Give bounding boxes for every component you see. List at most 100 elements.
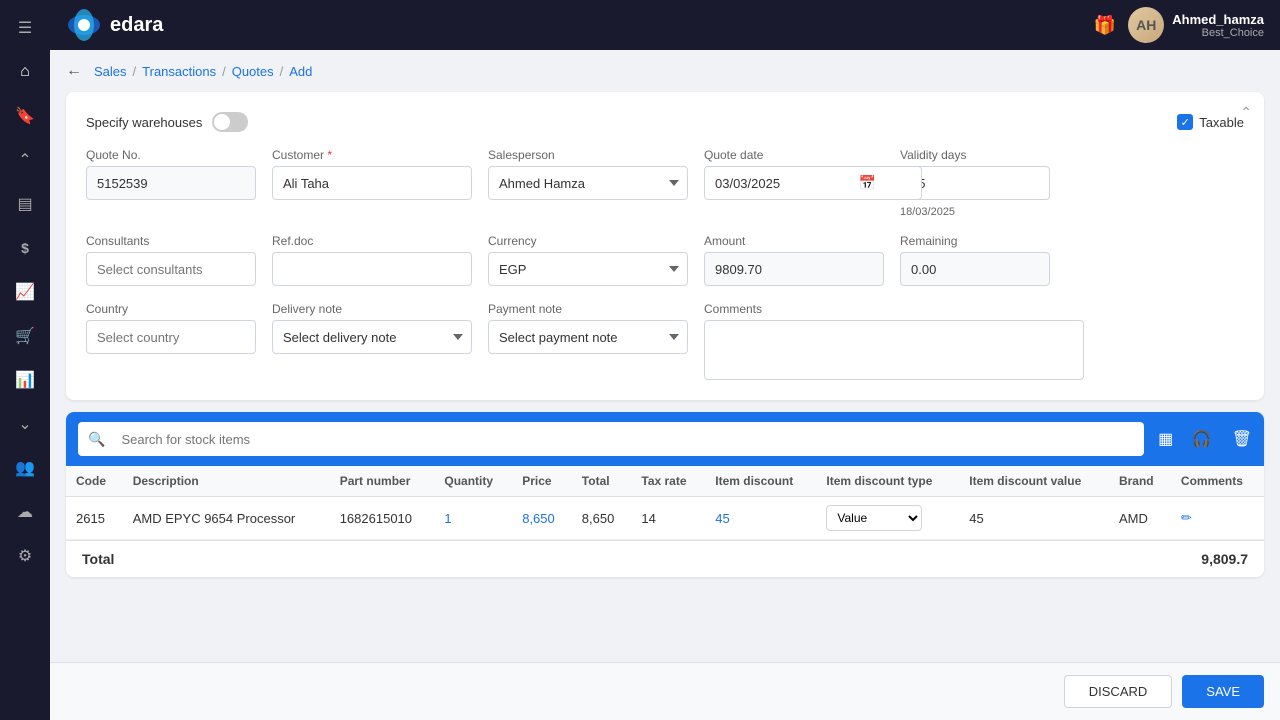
form-card: ⌃ Specify warehouses ✓ Taxable Quote No. — [66, 92, 1264, 400]
sidebar-item-collapse[interactable]: ⌃ — [7, 142, 43, 178]
sidebar-item-sales[interactable]: 🛒 — [7, 318, 43, 354]
cell-part-number: 1682615010 — [330, 497, 435, 540]
save-button[interactable]: SAVE — [1182, 675, 1264, 708]
breadcrumb-quotes[interactable]: Quotes — [232, 64, 274, 79]
hamburger-menu[interactable]: ☰ — [7, 10, 43, 46]
amount-label: Amount — [704, 234, 884, 248]
avatar: AH — [1128, 7, 1164, 43]
col-item-discount-value: Item discount value — [959, 466, 1109, 497]
sidebar-item-grid[interactable]: ▤ — [7, 186, 43, 222]
discount-type-select[interactable]: Value Percentage — [826, 505, 922, 531]
remaining-input[interactable] — [900, 252, 1050, 286]
delivery-note-select[interactable]: Select delivery note — [272, 320, 472, 354]
cell-quantity: 1 — [434, 497, 512, 540]
quote-no-input[interactable] — [86, 166, 256, 200]
collapse-button[interactable]: ⌃ — [1240, 104, 1252, 121]
search-icon: 🔍 — [88, 431, 105, 448]
col-price: Price — [512, 466, 572, 497]
comments-textarea[interactable] — [704, 320, 1084, 380]
price-value: 8,650 — [522, 511, 555, 526]
col-brand: Brand — [1109, 466, 1171, 497]
remaining-label: Remaining — [900, 234, 1050, 248]
logo: edara — [66, 7, 163, 43]
sidebar-item-analytics[interactable]: 📈 — [7, 274, 43, 310]
ref-doc-input[interactable] — [272, 252, 472, 286]
cell-brand: AMD — [1109, 497, 1171, 540]
taxable-row: ✓ Taxable — [1177, 114, 1244, 130]
validity-date-sub: 18/03/2025 — [900, 206, 1050, 218]
breadcrumb-sales[interactable]: Sales — [94, 64, 127, 79]
topbar-right: 🎁 AH Ahmed_hamza Best_Choice — [1094, 7, 1264, 43]
sidebar-item-cloud[interactable]: ☁ — [7, 494, 43, 530]
quote-date-group: Quote date 📅 — [704, 148, 884, 200]
search-input[interactable] — [111, 422, 1133, 456]
customer-input[interactable] — [272, 166, 472, 200]
cell-total: 8,650 — [572, 497, 632, 540]
payment-note-select[interactable]: Select payment note — [488, 320, 688, 354]
sidebar: ☰ ⌂ 🔖 ⌃ ▤ $ 📈 🛒 📊 ⌄ 👥 ☁ ⚙ — [0, 0, 50, 720]
toggle-knob — [214, 114, 230, 130]
delete-icon[interactable]: 🗑 — [1232, 429, 1252, 449]
currency-group: Currency EGP — [488, 234, 688, 286]
calendar-icon[interactable]: 📅 — [859, 175, 876, 192]
cell-item-discount-value: 45 — [959, 497, 1109, 540]
quote-no-label: Quote No. — [86, 148, 256, 162]
consultants-input[interactable] — [86, 252, 256, 286]
amount-input[interactable] — [704, 252, 884, 286]
specify-warehouses-toggle[interactable] — [212, 112, 248, 132]
col-quantity: Quantity — [434, 466, 512, 497]
headset-icon[interactable]: 🎧 — [1188, 425, 1216, 453]
form-row-1: Quote No. Customer * Salesperson Ahmed H… — [86, 148, 1244, 218]
sidebar-item-bookmarks[interactable]: 🔖 — [7, 98, 43, 134]
cell-item-discount-type: Value Percentage — [816, 497, 959, 540]
breadcrumb: ← Sales / Transactions / Quotes / Add — [66, 62, 1264, 80]
user-info: Ahmed_hamza Best_Choice — [1172, 12, 1264, 39]
total-value: 9,809.7 — [1201, 551, 1248, 567]
sidebar-item-reports[interactable]: 📊 — [7, 362, 43, 398]
currency-label: Currency — [488, 234, 688, 248]
sidebar-item-users[interactable]: 👥 — [7, 450, 43, 486]
gift-icon[interactable]: 🎁 — [1094, 15, 1116, 36]
topbar-left: edara — [66, 7, 163, 43]
salesperson-select[interactable]: Ahmed Hamza — [488, 166, 688, 200]
remaining-group: Remaining — [900, 234, 1050, 286]
currency-select[interactable]: EGP — [488, 252, 688, 286]
country-input[interactable] — [86, 320, 256, 354]
discard-button[interactable]: DISCARD — [1064, 675, 1173, 708]
quantity-link[interactable]: 1 — [444, 511, 451, 526]
cell-description: AMD EPYC 9654 Processor — [123, 497, 330, 540]
sidebar-item-home[interactable]: ⌂ — [7, 54, 43, 90]
payment-note-group: Payment note Select payment note — [488, 302, 688, 354]
row-edit-icon[interactable]: ✏ — [1181, 510, 1192, 525]
table-row: 2615 AMD EPYC 9654 Processor 1682615010 … — [66, 497, 1264, 540]
salesperson-label: Salesperson — [488, 148, 688, 162]
sidebar-item-expand[interactable]: ⌄ — [7, 406, 43, 442]
breadcrumb-current: Add — [289, 64, 312, 79]
logo-text: edara — [110, 14, 163, 37]
toggle-row: Specify warehouses ✓ Taxable — [86, 112, 1244, 132]
discount-value: 45 — [715, 511, 729, 526]
cell-item-discount: 45 — [705, 497, 816, 540]
user-menu[interactable]: AH Ahmed_hamza Best_Choice — [1128, 7, 1264, 43]
taxable-label: Taxable — [1199, 115, 1244, 130]
search-bar-icons: ▦ 🎧 — [1152, 425, 1216, 453]
customer-label: Customer * — [272, 148, 472, 162]
breadcrumb-transactions[interactable]: Transactions — [142, 64, 216, 79]
page-content: ← Sales / Transactions / Quotes / Add ⌃ … — [50, 50, 1280, 662]
logo-icon — [66, 7, 102, 43]
consultants-label: Consultants — [86, 234, 256, 248]
ref-doc-label: Ref.doc — [272, 234, 472, 248]
cell-comments: ✏ — [1171, 497, 1264, 540]
quote-date-input[interactable] — [704, 166, 922, 200]
user-name: Ahmed_hamza — [1172, 12, 1264, 27]
total-label: Total — [82, 551, 114, 567]
barcode-icon[interactable]: ▦ — [1152, 425, 1180, 453]
sidebar-item-settings[interactable]: ⚙ — [7, 538, 43, 574]
back-button[interactable]: ← — [66, 62, 82, 80]
sidebar-item-finance[interactable]: $ — [7, 230, 43, 266]
taxable-checkbox[interactable]: ✓ — [1177, 114, 1193, 130]
cell-code: 2615 — [66, 497, 123, 540]
validity-days-input[interactable] — [900, 166, 1050, 200]
quote-no-group: Quote No. — [86, 148, 256, 200]
specify-warehouses-label: Specify warehouses — [86, 115, 202, 130]
